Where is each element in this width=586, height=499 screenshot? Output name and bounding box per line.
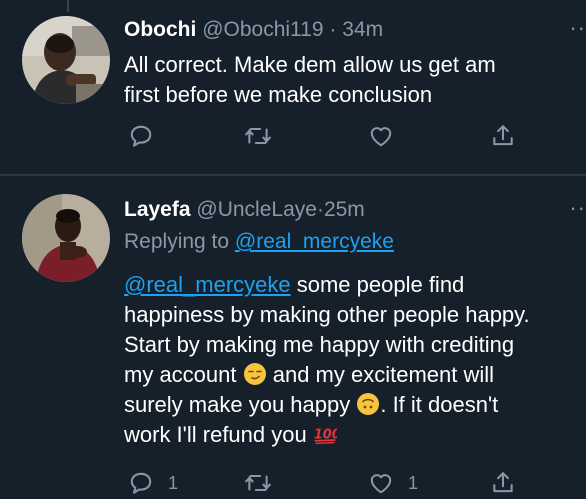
- tweet-text-segment: work I'll refund you: [124, 422, 313, 447]
- reply-button[interactable]: 1: [128, 470, 178, 496]
- display-name[interactable]: Obochi: [124, 18, 196, 41]
- share-button[interactable]: [490, 470, 516, 496]
- timestamp[interactable]: 34m: [342, 18, 383, 41]
- mention-link[interactable]: @real_mercyeke: [124, 272, 291, 297]
- tweet-text-line: @real_mercyeke some people find: [124, 270, 530, 300]
- tweet-obochi[interactable]: Obochi @Obochi119 · 34m ·· All correct. …: [0, 0, 586, 174]
- user-handle[interactable]: @UncleLaye: [196, 198, 317, 221]
- separator-dot: ·: [329, 18, 337, 41]
- more-dots-icon[interactable]: ··: [569, 197, 586, 219]
- tweet-text-line: first before we make conclusion: [124, 82, 433, 107]
- retweet-button[interactable]: [244, 470, 286, 496]
- timestamp[interactable]: 25m: [324, 198, 365, 221]
- like-count: 1: [408, 472, 419, 493]
- replying-label: Replying to: [124, 230, 230, 253]
- smirk-emoji-icon: [243, 363, 266, 385]
- replying-to-link[interactable]: @real_mercyeke: [235, 230, 394, 253]
- display-name[interactable]: Layefa: [124, 198, 191, 221]
- tweet-text-line: All correct. Make dem allow us get am: [124, 52, 496, 77]
- share-icon: [493, 472, 513, 493]
- retweet-button[interactable]: [244, 123, 286, 149]
- reply-button[interactable]: [128, 123, 168, 149]
- retweet-icon: [245, 474, 271, 492]
- user-handle[interactable]: @Obochi119: [202, 18, 323, 41]
- reply-icon: [130, 125, 152, 147]
- tweet-text: All correct. Make dem allow us get am fi…: [124, 50, 496, 110]
- tweet-text-line: work I'll refund you 100: [124, 420, 530, 450]
- like-button[interactable]: 1: [368, 470, 418, 496]
- tweet-text: @real_mercyeke some people find happines…: [124, 270, 530, 450]
- tweet-text-line: Start by making me happy with crediting: [124, 332, 515, 357]
- tweet-text-line: my account and my excitement will: [124, 360, 530, 390]
- hundred-points-emoji-icon: 100: [314, 427, 337, 445]
- heart-icon: [370, 474, 392, 494]
- tweet-actions: [124, 123, 544, 151]
- avatar[interactable]: [22, 16, 110, 104]
- reply-count: 1: [168, 472, 179, 493]
- separator-dot: ·: [316, 198, 324, 221]
- share-icon: [493, 125, 513, 146]
- replying-to: Replying to @real_mercyeke: [124, 228, 394, 256]
- more-dots-icon[interactable]: ··: [569, 17, 586, 39]
- reply-icon: [130, 472, 152, 494]
- tweet-text-segment: some people find: [290, 272, 465, 297]
- tweet-text-line: surely make you happy . If it doesn't: [124, 390, 530, 420]
- heart-icon: [370, 127, 392, 147]
- tweet-text-segment: surely make you happy: [124, 392, 357, 417]
- tweet-header: Obochi @Obochi119 · 34m: [124, 16, 383, 44]
- tweet-text-segment: my account: [124, 362, 243, 387]
- tweet-text-segment: and my excitement will: [266, 362, 495, 387]
- tweet-text-line: happiness by making other people happy.: [124, 302, 530, 327]
- tweet-header: Layefa @UncleLaye·25m: [124, 196, 365, 224]
- like-button[interactable]: [368, 123, 408, 149]
- retweet-icon: [245, 127, 271, 145]
- avatar[interactable]: [22, 194, 110, 282]
- upside-down-face-emoji-icon: [357, 393, 380, 415]
- tweet-text-segment: . If it doesn't: [380, 392, 499, 417]
- share-button[interactable]: [490, 123, 516, 149]
- tweet-actions: 1 1: [124, 470, 544, 498]
